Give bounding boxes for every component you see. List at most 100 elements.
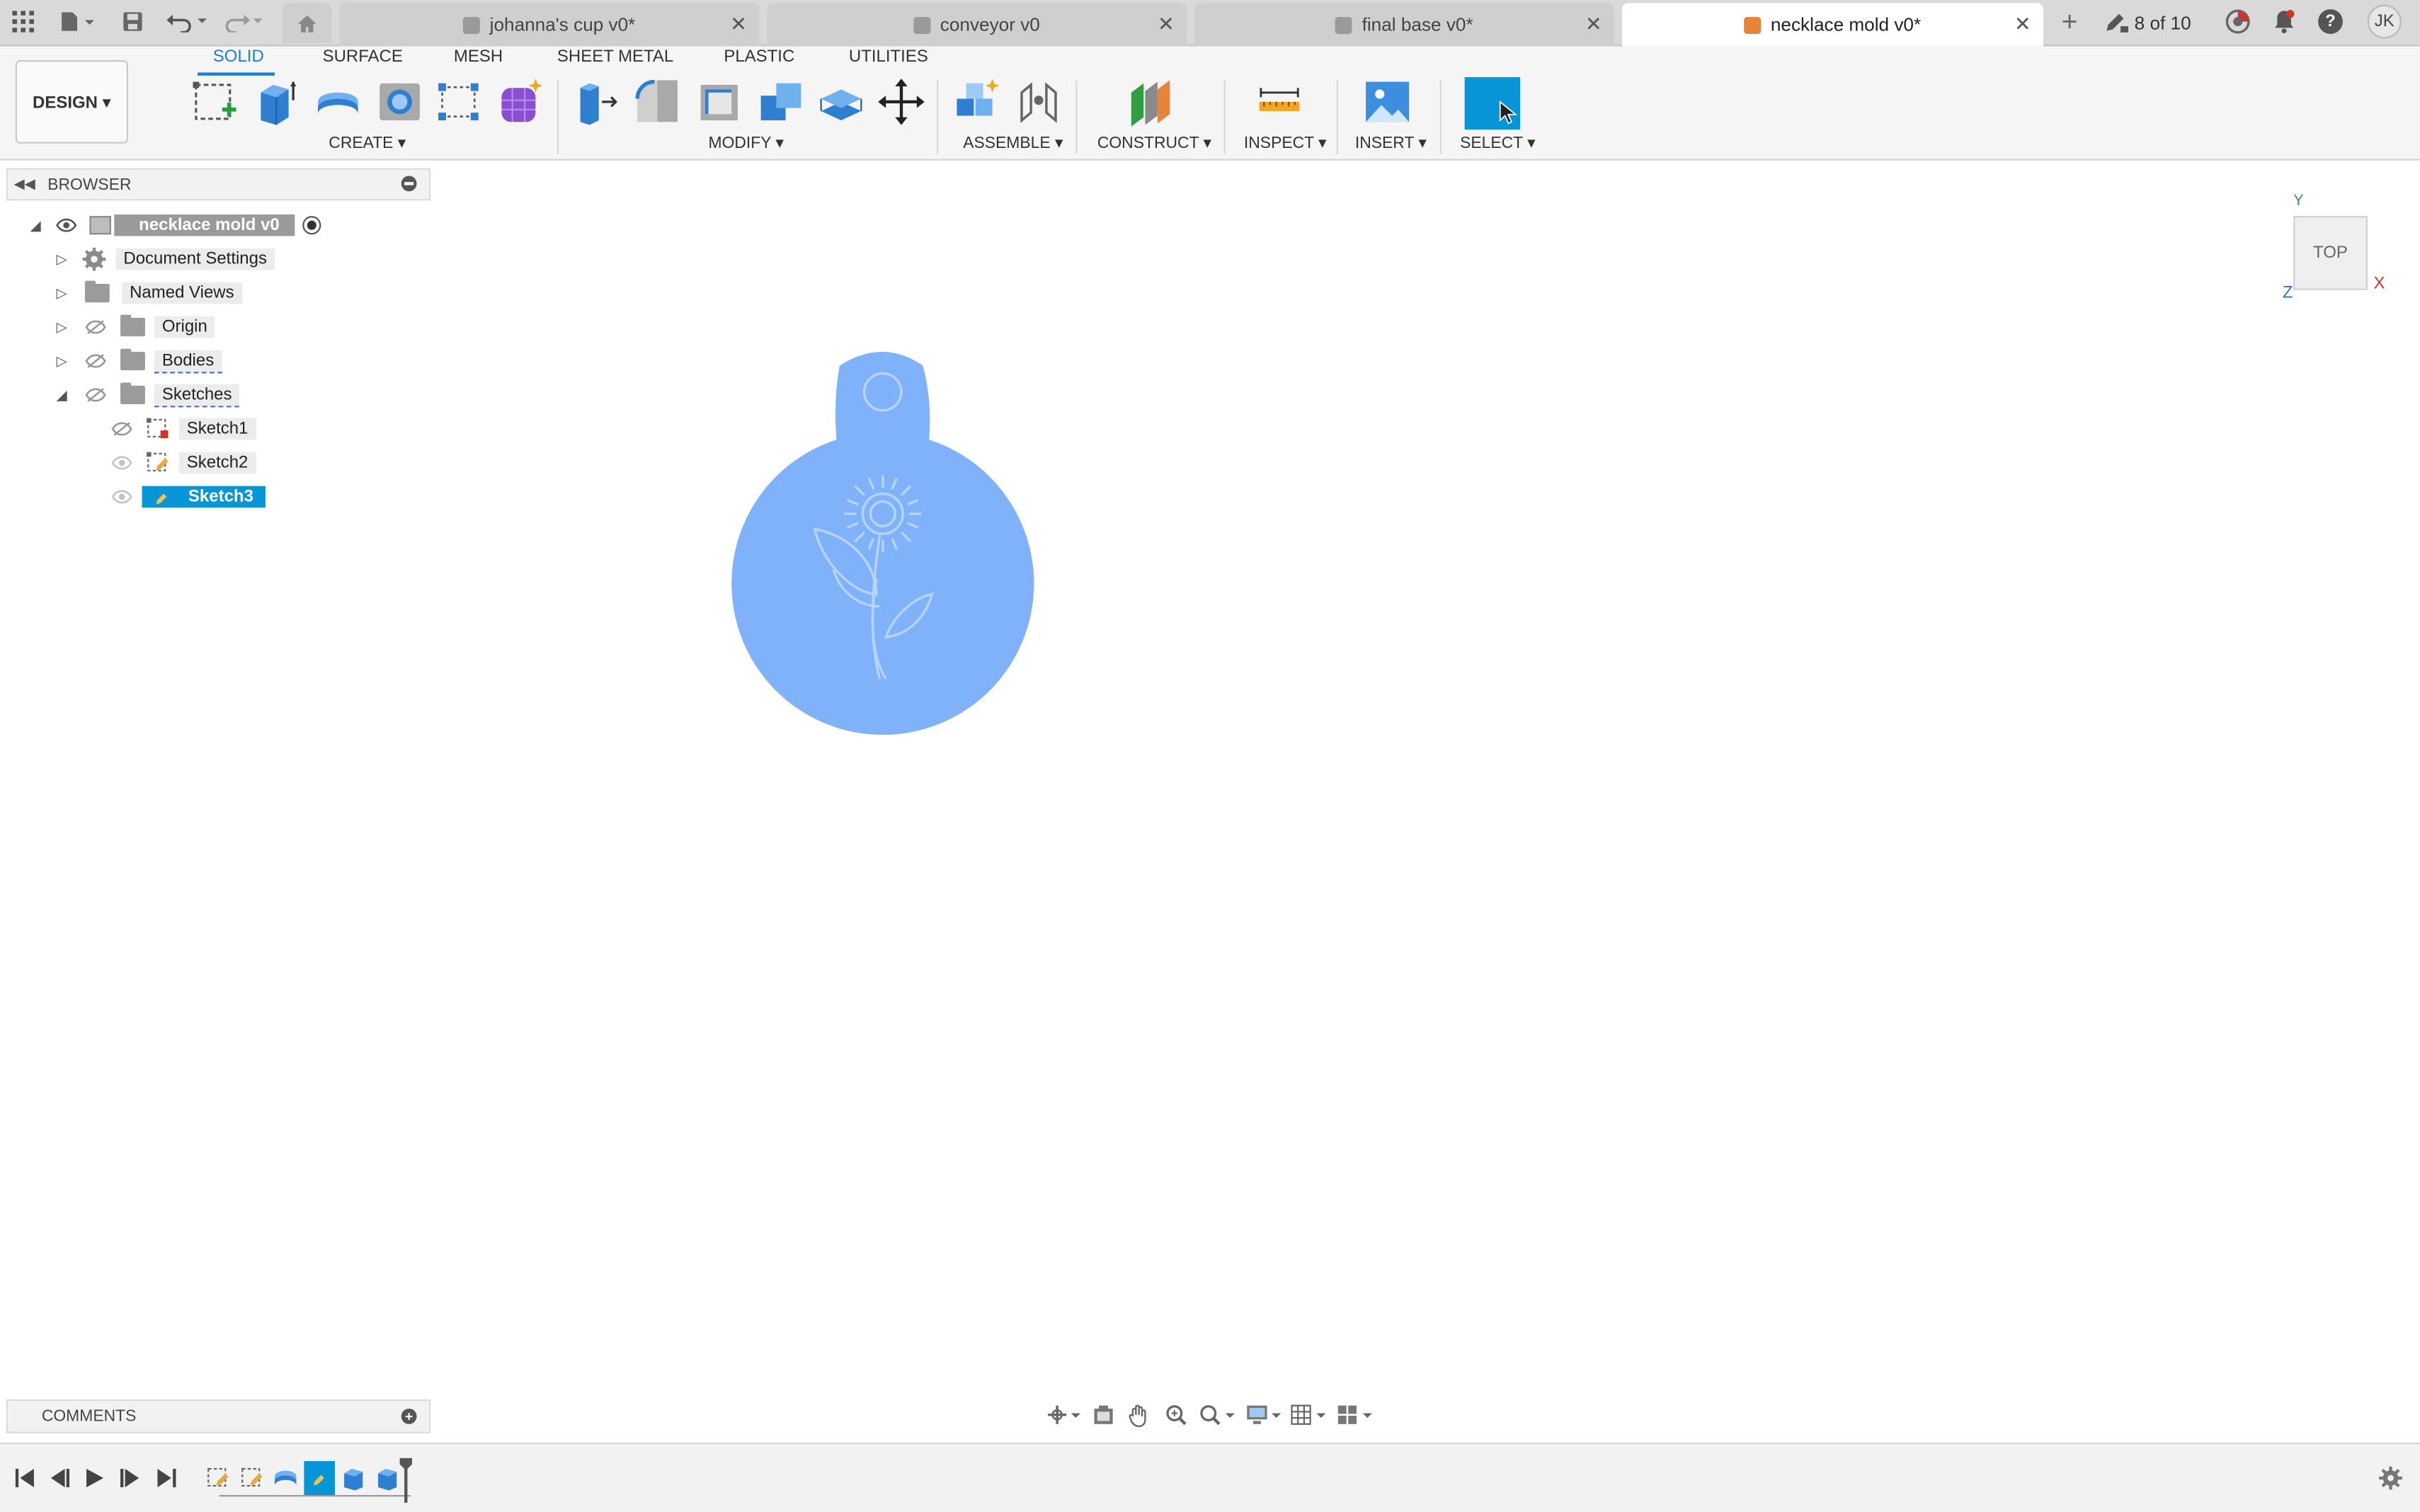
tab-surface[interactable]: SURFACE xyxy=(323,48,403,73)
timeline-sketch-feature-icon[interactable] xyxy=(238,1464,266,1491)
modify-menu[interactable]: MODIFY ▾ xyxy=(709,134,784,153)
help-icon[interactable]: ? xyxy=(2315,6,2346,38)
fit-window-icon[interactable] xyxy=(1197,1399,1239,1431)
inspect-menu[interactable]: INSPECT ▾ xyxy=(1244,134,1327,153)
tab-solid[interactable]: SOLID xyxy=(213,48,264,73)
expand-triangle-icon[interactable]: ▷ xyxy=(54,319,69,336)
shell-icon[interactable] xyxy=(695,77,744,127)
collapse-triangle-icon[interactable]: ◢ xyxy=(54,386,69,403)
comments-panel-header[interactable]: COMMENTS + xyxy=(6,1399,431,1433)
tab-mesh[interactable]: MESH xyxy=(454,48,503,73)
tab-final-base[interactable]: final base v0* ✕ xyxy=(1194,3,1615,47)
display-settings-icon[interactable] xyxy=(1242,1399,1284,1431)
select-menu[interactable]: SELECT ▾ xyxy=(1460,134,1536,153)
pattern-icon[interactable] xyxy=(434,77,484,127)
close-tab-icon[interactable]: ✕ xyxy=(2014,12,2031,37)
collapse-triangle-icon[interactable]: ◢ xyxy=(28,217,43,234)
construct-menu[interactable]: CONSTRUCT ▾ xyxy=(1097,134,1211,153)
create-menu[interactable]: CREATE ▾ xyxy=(329,134,406,153)
selected-sketch-item[interactable]: Sketch3 xyxy=(142,486,266,508)
expand-triangle-icon[interactable]: ▷ xyxy=(54,285,69,302)
press-pull-icon[interactable] xyxy=(571,77,621,127)
tree-item-origin[interactable]: ▷ Origin xyxy=(54,313,215,340)
timeline-extrude-feature-icon[interactable] xyxy=(340,1464,367,1491)
joint-icon[interactable] xyxy=(1014,77,1063,127)
new-component-icon[interactable] xyxy=(952,77,1002,127)
necklace-pendant-model[interactable] xyxy=(726,347,1041,742)
tab-necklace-mold[interactable]: necklace mold v0* ✕ xyxy=(1621,3,2044,47)
tree-item-document-settings[interactable]: ▷ Document Settings xyxy=(54,246,275,273)
tab-utilities[interactable]: UTILITIES xyxy=(849,48,928,73)
insert-image-icon[interactable] xyxy=(1363,77,1412,127)
combine-icon[interactable] xyxy=(756,77,806,127)
expand-triangle-icon[interactable]: ▷ xyxy=(54,353,69,370)
tree-item-named-views[interactable]: ▷ Named Views xyxy=(54,280,242,307)
close-tab-icon[interactable]: ✕ xyxy=(730,12,747,37)
go-to-start-icon[interactable] xyxy=(12,1466,37,1491)
tab-johannas-cup[interactable]: johanna's cup v0* ✕ xyxy=(339,3,760,47)
revolve-icon[interactable] xyxy=(313,77,363,127)
go-to-end-icon[interactable] xyxy=(154,1466,179,1491)
close-tab-icon[interactable]: ✕ xyxy=(1585,12,1602,37)
add-comment-icon[interactable]: + xyxy=(401,1409,417,1424)
measure-icon[interactable] xyxy=(1255,77,1304,127)
pan-hand-icon[interactable] xyxy=(1123,1399,1156,1431)
save-icon[interactable] xyxy=(118,6,149,38)
timeline-sketch-feature-icon[interactable] xyxy=(204,1464,232,1491)
tab-sheet-metal[interactable]: SHEET METAL xyxy=(557,48,673,73)
visibility-eye-icon[interactable] xyxy=(111,489,133,505)
redo-icon[interactable] xyxy=(219,6,266,38)
workspace-switcher-button[interactable]: DESIGN ▾ xyxy=(15,60,128,144)
hidden-eye-icon[interactable] xyxy=(85,387,107,403)
hidden-eye-icon[interactable] xyxy=(111,421,133,437)
timeline-extrude-feature-icon[interactable] xyxy=(374,1464,401,1491)
timeline-settings-gear-icon[interactable] xyxy=(2378,1466,2403,1491)
select-tool-button[interactable] xyxy=(1464,76,1521,130)
new-tab-button[interactable]: + xyxy=(2053,6,2087,38)
insert-menu[interactable]: INSERT ▾ xyxy=(1355,134,1427,153)
timeline-active-sketch-icon[interactable] xyxy=(304,1461,336,1496)
look-at-icon[interactable] xyxy=(1086,1399,1119,1431)
create-sketch-icon[interactable] xyxy=(190,77,239,127)
offset-face-icon[interactable] xyxy=(816,77,866,127)
collapse-panel-icon[interactable]: ◀◀ xyxy=(14,176,35,193)
create-form-icon[interactable] xyxy=(496,77,545,127)
grid-settings-icon[interactable] xyxy=(1288,1399,1330,1431)
timeline-revolve-feature-icon[interactable] xyxy=(272,1464,299,1491)
close-tab-icon[interactable]: ✕ xyxy=(1158,12,1175,37)
home-icon[interactable] xyxy=(282,3,332,44)
extrude-icon[interactable] xyxy=(251,77,301,127)
fillet-icon[interactable] xyxy=(633,77,683,127)
tree-item-sketch1[interactable]: Sketch1 xyxy=(111,415,256,442)
timeline-marker-handle[interactable] xyxy=(399,1457,413,1503)
tab-plastic[interactable]: PLASTIC xyxy=(724,48,794,73)
tree-item-bodies[interactable]: ▷ Bodies xyxy=(54,347,222,374)
step-forward-icon[interactable] xyxy=(118,1466,142,1491)
tree-item-sketch3[interactable]: Sketch3 xyxy=(111,483,266,510)
play-icon[interactable] xyxy=(82,1466,107,1491)
expand-triangle-icon[interactable]: ▷ xyxy=(54,251,69,268)
move-copy-icon[interactable] xyxy=(877,77,926,127)
assemble-menu[interactable]: ASSEMBLE ▾ xyxy=(963,134,1063,153)
tree-item-sketch2[interactable]: Sketch2 xyxy=(111,449,256,476)
online-status-icon[interactable] xyxy=(2222,6,2254,38)
viewport[interactable]: TOP Y X Z xyxy=(432,162,2420,1397)
tab-conveyor[interactable]: conveyor v0 ✕ xyxy=(767,3,1187,47)
step-back-icon[interactable] xyxy=(48,1466,73,1491)
activate-radio-icon[interactable] xyxy=(302,216,321,235)
viewcube[interactable]: TOP xyxy=(2293,216,2368,290)
tree-root-component[interactable]: ◢ necklace mold v0 xyxy=(28,212,321,239)
offset-plane-icon[interactable] xyxy=(1125,77,1175,127)
viewports-icon[interactable] xyxy=(1334,1399,1376,1431)
user-avatar[interactable]: JK xyxy=(2366,4,2403,39)
file-menu-icon[interactable] xyxy=(55,6,98,38)
hole-icon[interactable] xyxy=(375,77,425,127)
visibility-eye-icon[interactable] xyxy=(111,455,133,471)
app-grid-icon[interactable] xyxy=(9,6,37,38)
orbit-icon[interactable] xyxy=(1044,1399,1083,1431)
hidden-eye-icon[interactable] xyxy=(85,353,107,369)
browser-pin-icon[interactable] xyxy=(401,176,417,192)
job-status[interactable]: 8 of 10 xyxy=(2105,0,2191,46)
undo-icon[interactable] xyxy=(164,6,210,38)
notifications-bell-icon[interactable] xyxy=(2268,6,2300,38)
